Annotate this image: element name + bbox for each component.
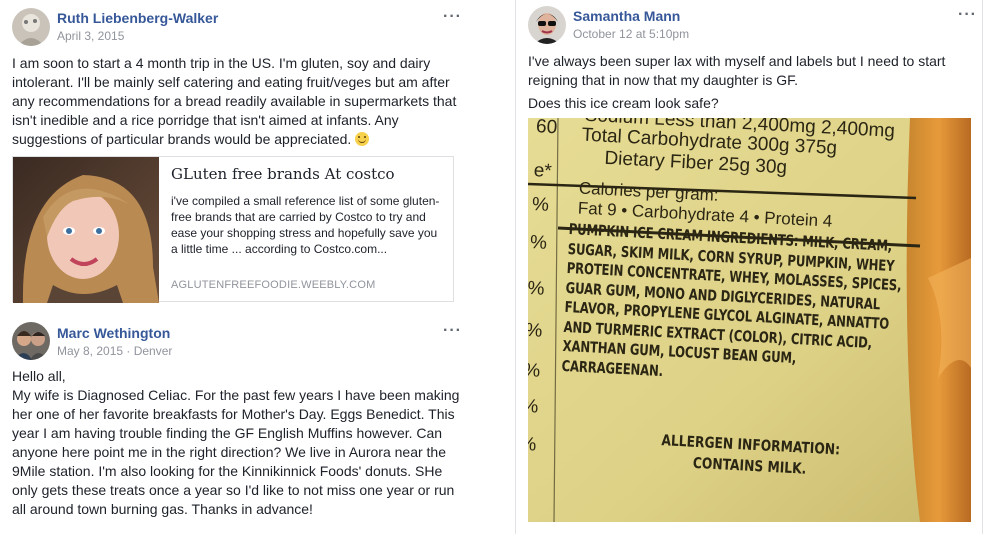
post-samantha: Samantha Mann October 12 at 5:10pm ··· I… <box>515 0 983 534</box>
link-domain: AGLUTENFREEFOODIE.WEEBLY.COM <box>171 279 376 291</box>
post-text: Hello all, My wife is Diagnosed Celiac. … <box>12 367 464 519</box>
post-text: I am soon to start a 4 month trip in the… <box>12 54 460 149</box>
post-photo-ice-cream-label[interactable]: Sodium Less than 2,400mg 2,400mg Total C… <box>528 118 971 522</box>
side-value-e: e* <box>533 160 553 183</box>
author-name[interactable]: Ruth Liebenberg-Walker <box>57 10 218 26</box>
post-body: I am soon to start a 4 month trip in the… <box>12 55 457 147</box>
author-name[interactable]: Marc Wethington <box>57 325 170 341</box>
post-body: My wife is Diagnosed Celiac. For the pas… <box>12 387 460 517</box>
smile-emoji-icon <box>355 132 370 146</box>
post-date-location[interactable]: May 8, 2015 · Denver <box>57 344 172 358</box>
post-date[interactable]: October 12 at 5:10pm <box>573 27 689 41</box>
side-percent: % <box>528 395 539 418</box>
link-description: i've compiled a small reference list of … <box>171 194 440 256</box>
side-percent: % <box>528 277 546 300</box>
author-name[interactable]: Samantha Mann <box>573 8 680 24</box>
side-value-60: 60 <box>535 118 558 139</box>
avatar[interactable] <box>12 8 50 46</box>
avatar[interactable] <box>528 6 566 44</box>
more-options-icon[interactable]: ··· <box>958 7 977 23</box>
nutrition-label-text: Sodium Less than 2,400mg 2,400mg Total C… <box>528 118 971 522</box>
link-title[interactable]: GLuten free brands At costco <box>171 165 395 183</box>
ingredients-text: PUMPKIN ICE CREAM INGREDIENTS: MILK, CRE… <box>561 220 902 380</box>
side-percent: % <box>529 232 548 254</box>
avatar[interactable] <box>12 322 50 360</box>
allergen-info: ALLERGEN INFORMATION: CONTAINS MILK. <box>651 430 850 482</box>
side-percent: % <box>531 194 550 216</box>
post-greeting: Hello all, <box>12 368 66 384</box>
side-percent: % <box>528 319 543 342</box>
side-percent: % <box>528 433 537 456</box>
post-date[interactable]: April 3, 2015 <box>57 29 124 43</box>
post-text-1: I've always been super lax with myself a… <box>528 53 946 88</box>
post-ruth: Ruth Liebenberg-Walker April 3, 2015 ···… <box>0 0 470 312</box>
post-text-2: Does this ice cream look safe? <box>528 95 719 111</box>
more-options-icon[interactable]: ··· <box>443 9 462 25</box>
side-percent: % <box>528 359 541 382</box>
more-options-icon[interactable]: ··· <box>443 323 462 339</box>
post-marc: Marc Wethington May 8, 2015 · Denver ···… <box>0 312 470 534</box>
link-preview-card[interactable]: GLuten free brands At costco i've compil… <box>12 156 454 303</box>
link-thumbnail <box>13 157 159 303</box>
